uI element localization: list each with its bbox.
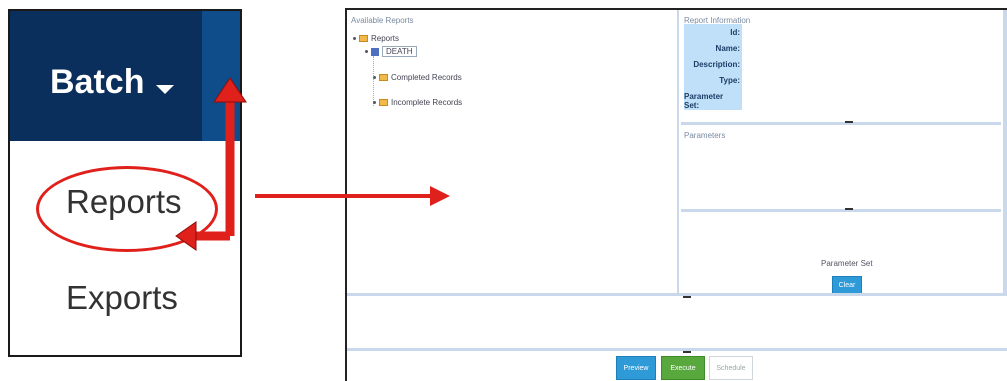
left-arrowhead-icon — [175, 221, 197, 251]
annotation-overlay — [175, 77, 450, 251]
up-arrowhead-icon — [213, 77, 247, 103]
right-arrowhead-icon — [430, 186, 450, 206]
